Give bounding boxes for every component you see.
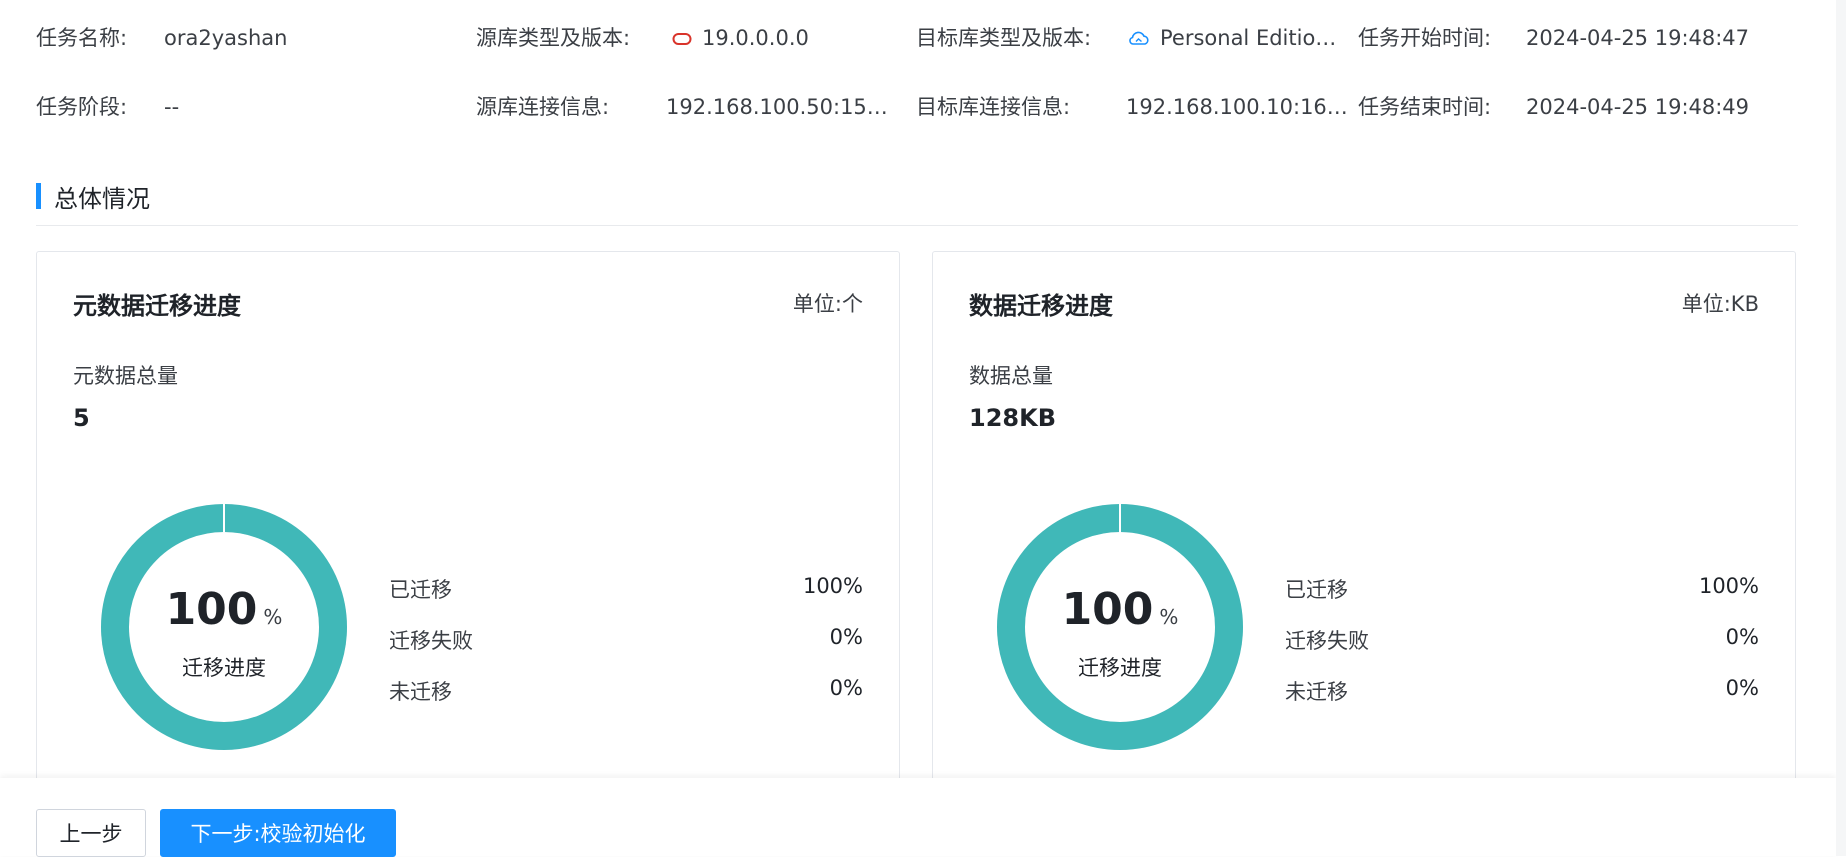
progress-value: 100 xyxy=(165,584,258,635)
task-info: 任务名称: ora2yashan 源库类型及版本: 19.0.0.0.0 目标库… xyxy=(36,0,1796,140)
legend-label: 迁移失败 xyxy=(1285,629,1369,653)
task-name-value: ora2yashan xyxy=(164,26,288,50)
section-accent-bar xyxy=(36,183,41,209)
legend-value: 0% xyxy=(1725,676,1759,700)
target-conn-label: 目标库连接信息: xyxy=(916,95,1071,119)
data-progress-card: 数据迁移进度 单位:KB 数据总量 128KB 100% 迁移进度 已迁移 10… xyxy=(932,251,1796,791)
donut-center: 100% 迁移进度 xyxy=(997,504,1243,750)
total-value: 5 xyxy=(73,404,90,432)
legend-label: 迁移失败 xyxy=(389,629,473,653)
legend-label: 未迁移 xyxy=(1285,680,1348,704)
legend-value: 100% xyxy=(802,574,863,598)
progress-label: 迁移进度 xyxy=(182,656,266,680)
next-step-button[interactable]: 下一步:校验初始化 xyxy=(160,809,396,857)
source-conn-label: 源库连接信息: xyxy=(476,95,610,119)
legend-failed: 迁移失败 0% xyxy=(389,625,863,655)
target-conn-value: 192.168.100.10:1688/ xyxy=(1126,95,1356,119)
legend-migrated: 已迁移 100% xyxy=(389,574,863,604)
progress-unit: % xyxy=(263,605,283,629)
legend-value: 0% xyxy=(1725,625,1759,649)
legend-migrated: 已迁移 100% xyxy=(1285,574,1759,604)
end-time-label: 任务结束时间: xyxy=(1358,95,1492,119)
start-time-label: 任务开始时间: xyxy=(1358,26,1492,50)
section-title: 总体情况 xyxy=(54,184,150,213)
card-unit: 单位:KB xyxy=(1681,292,1759,316)
legend-value: 0% xyxy=(829,676,863,700)
end-time-value: 2024-04-25 19:48:49 xyxy=(1526,95,1750,119)
progress-label: 迁移进度 xyxy=(1078,656,1162,680)
legend-value: 0% xyxy=(829,625,863,649)
total-label: 元数据总量 xyxy=(73,364,178,388)
source-type-label: 源库类型及版本: xyxy=(476,26,631,50)
legend-not-migrated: 未迁移 0% xyxy=(389,676,863,706)
card-unit: 单位:个 xyxy=(792,292,863,316)
legend-failed: 迁移失败 0% xyxy=(1285,625,1759,655)
target-type-value: Personal Editio… xyxy=(1160,26,1337,50)
legend-not-migrated: 未迁移 0% xyxy=(1285,676,1759,706)
legend-label: 未迁移 xyxy=(389,680,452,704)
donut-center: 100% 迁移进度 xyxy=(101,504,347,750)
source-type-value-wrap: 19.0.0.0.0 xyxy=(672,24,809,52)
target-type-value-wrap: Personal Editio… xyxy=(1128,24,1336,52)
target-type-label: 目标库类型及版本: xyxy=(916,26,1092,50)
card-title: 元数据迁移进度 xyxy=(73,292,241,320)
legend-label: 已迁移 xyxy=(389,578,452,602)
progress-percent: 100% xyxy=(997,584,1243,635)
legend-value: 100% xyxy=(1698,574,1759,598)
total-label: 数据总量 xyxy=(969,364,1053,388)
previous-step-button[interactable]: 上一步 xyxy=(36,809,146,857)
oracle-icon xyxy=(672,33,692,45)
source-type-value: 19.0.0.0.0 xyxy=(702,26,809,50)
vertical-scrollbar[interactable] xyxy=(1836,0,1846,856)
task-stage-label: 任务阶段: xyxy=(36,95,128,119)
legend-label: 已迁移 xyxy=(1285,578,1348,602)
card-title: 数据迁移进度 xyxy=(969,292,1113,320)
section-header: 总体情况 xyxy=(36,180,150,213)
progress-unit: % xyxy=(1159,605,1179,629)
progress-percent: 100% xyxy=(101,584,347,635)
cloud-db-icon xyxy=(1129,31,1149,45)
section-divider xyxy=(36,225,1798,226)
start-time-value: 2024-04-25 19:48:47 xyxy=(1526,26,1750,50)
task-name-label: 任务名称: xyxy=(36,26,128,50)
total-value: 128KB xyxy=(969,404,1056,432)
source-conn-value: 192.168.100.50:1521/… xyxy=(666,95,896,119)
metadata-progress-card: 元数据迁移进度 单位:个 元数据总量 5 100% 迁移进度 已迁移 100% … xyxy=(36,251,900,791)
progress-value: 100 xyxy=(1061,584,1154,635)
footer-action-bar: 上一步 下一步:校验初始化 xyxy=(0,778,1836,857)
task-stage-value: -- xyxy=(164,95,180,119)
